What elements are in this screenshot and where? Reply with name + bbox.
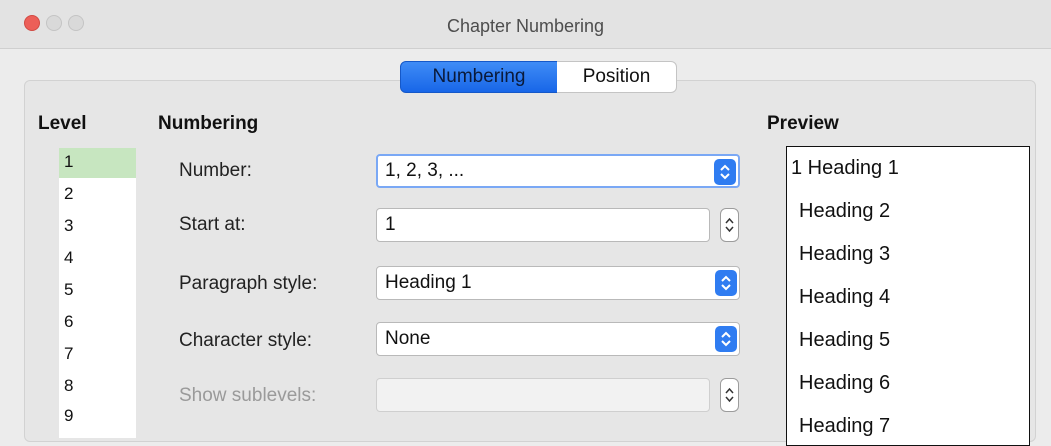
level-item[interactable]: 6 bbox=[64, 312, 73, 332]
level-item[interactable]: 4 bbox=[64, 248, 73, 268]
preview-heading: Preview bbox=[767, 113, 839, 134]
tab-position[interactable]: Position bbox=[557, 61, 677, 93]
tab-numbering[interactable]: Numbering bbox=[400, 61, 558, 93]
preview-heading-line: Heading 7 bbox=[799, 415, 891, 437]
level-item[interactable]: 5 bbox=[64, 280, 73, 300]
paragraph-style-label: Paragraph style: bbox=[179, 273, 318, 294]
preview-heading-line: Heading 2 bbox=[799, 200, 891, 222]
level-item[interactable]: 2 bbox=[64, 184, 73, 204]
level-item[interactable]: 7 bbox=[64, 344, 73, 364]
numbering-heading: Numbering bbox=[158, 113, 259, 134]
start-at-stepper[interactable] bbox=[720, 208, 739, 242]
level-item[interactable]: 1 bbox=[64, 152, 73, 172]
number-label: Number: bbox=[179, 160, 252, 181]
number-value: 1, 2, 3, ... bbox=[385, 160, 465, 181]
chevron-up-down-icon[interactable] bbox=[715, 326, 737, 352]
preview-heading-line: Heading 5 bbox=[799, 329, 891, 351]
level-item[interactable]: 3 bbox=[64, 216, 73, 236]
start-at-label: Start at: bbox=[179, 214, 246, 235]
preview-heading-line: Heading 4 bbox=[799, 286, 891, 308]
preview-heading-line: Heading 6 bbox=[799, 372, 891, 394]
level-heading: Level bbox=[38, 113, 87, 134]
show-sublevels-stepper[interactable] bbox=[720, 378, 739, 412]
window-title: Chapter Numbering bbox=[446, 16, 605, 36]
preview-pane: 1 Heading 1 Heading 2 Heading 3 Heading … bbox=[786, 146, 1030, 446]
level-item[interactable]: 8 bbox=[64, 376, 73, 396]
character-style-value: None bbox=[385, 328, 431, 349]
start-at-field[interactable]: 1 bbox=[376, 208, 710, 242]
level-list[interactable]: 1 2 3 4 5 6 7 8 9 bbox=[59, 148, 136, 438]
show-sublevels-field[interactable] bbox=[376, 378, 710, 412]
chevron-up-down-icon[interactable] bbox=[715, 270, 737, 296]
title-bar: Chapter Numbering bbox=[0, 0, 1051, 49]
paragraph-style-value: Heading 1 bbox=[385, 272, 472, 293]
preview-heading-line: 1 Heading 1 bbox=[791, 157, 899, 179]
preview-heading-line: Heading 3 bbox=[799, 243, 891, 265]
level-item[interactable]: 9 bbox=[64, 406, 73, 426]
paragraph-style-select[interactable]: Heading 1 bbox=[376, 266, 740, 300]
show-sublevels-label: Show sublevels: bbox=[179, 385, 317, 406]
chevron-up-down-icon[interactable] bbox=[714, 159, 736, 185]
number-select[interactable]: 1, 2, 3, ... bbox=[376, 154, 740, 188]
character-style-select[interactable]: None bbox=[376, 322, 740, 356]
character-style-label: Character style: bbox=[179, 330, 313, 351]
